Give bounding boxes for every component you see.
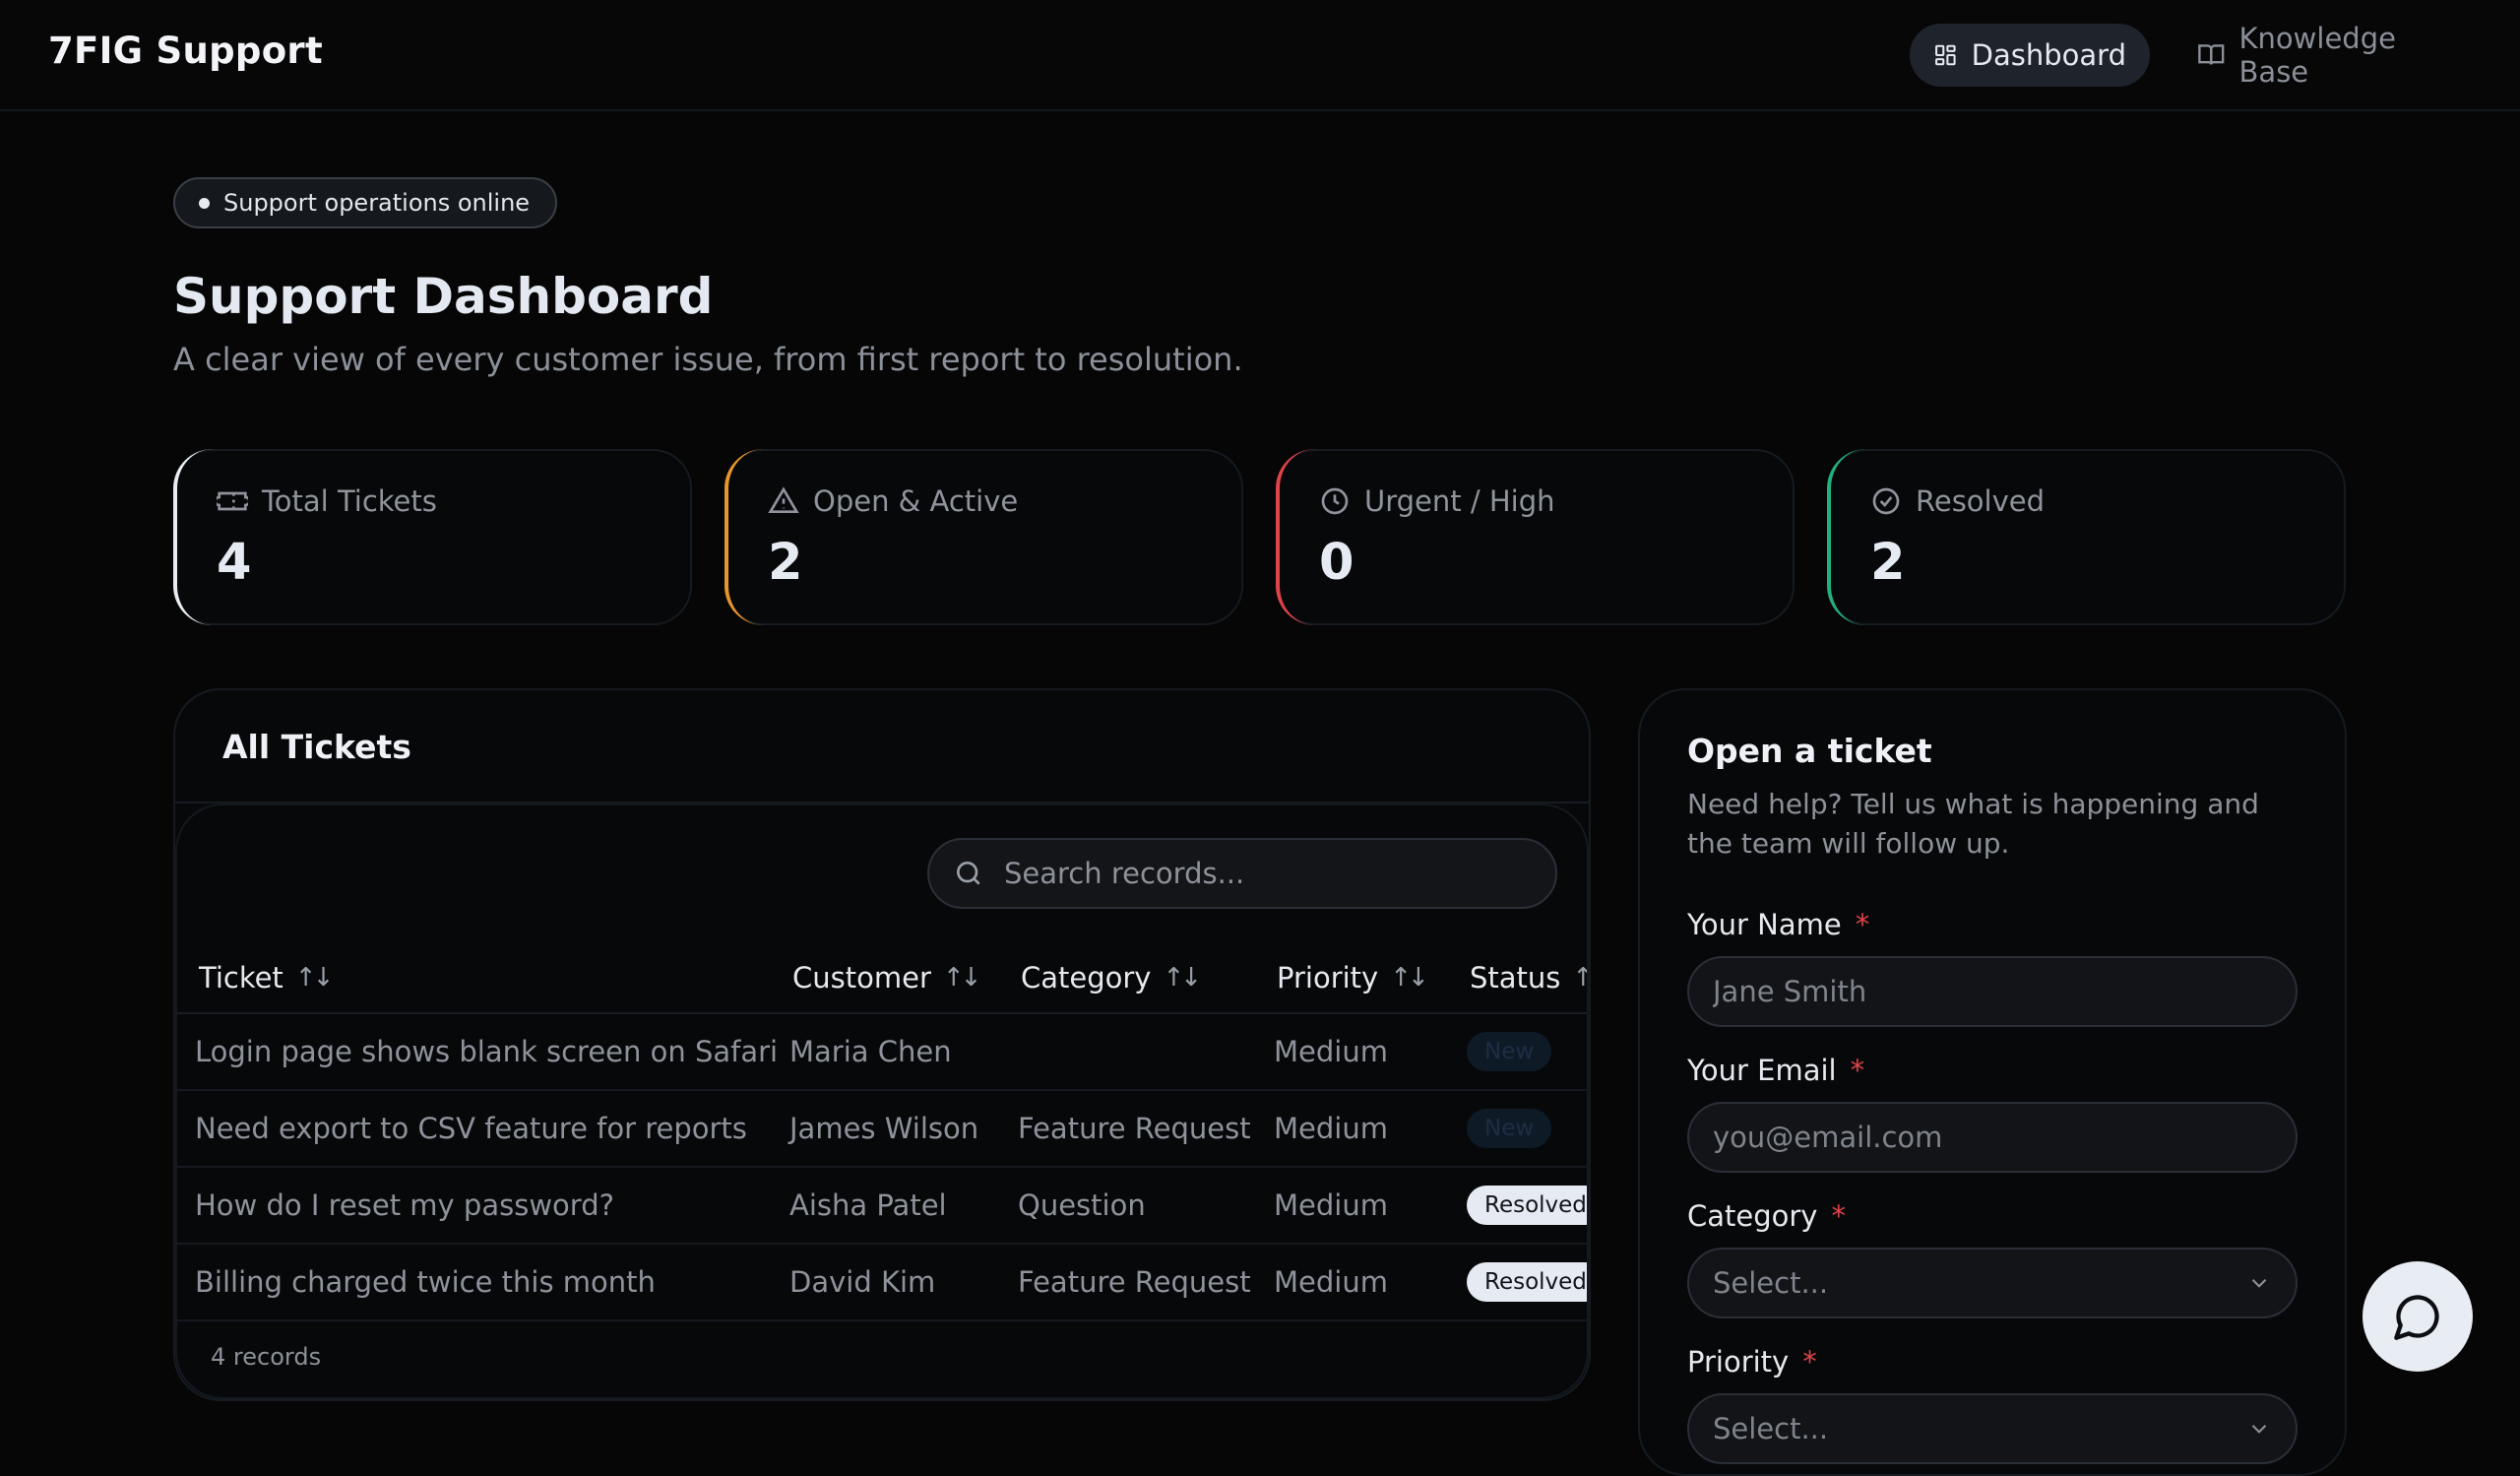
cell-ticket: How do I reset my password? <box>195 1188 614 1222</box>
table-row[interactable]: Login page shows blank screen on Safari … <box>177 1014 1587 1091</box>
nav-dashboard-label: Dashboard <box>1971 38 2126 72</box>
table-row[interactable]: Need export to CSV feature for reports J… <box>177 1091 1587 1168</box>
stat-value: 0 <box>1319 534 1354 592</box>
cell-ticket: Login page shows blank screen on Safari <box>195 1035 779 1068</box>
status-text: Support operations online <box>223 189 531 217</box>
cell-priority: Medium <box>1274 1265 1388 1299</box>
cell-ticket: Need export to CSV feature for reports <box>195 1112 747 1145</box>
column-header-status[interactable]: Status↑↓ <box>1470 943 1589 1012</box>
cell-priority: Medium <box>1274 1188 1388 1222</box>
priority-label: Priority * <box>1687 1345 1817 1379</box>
stat-label: Total Tickets <box>262 484 437 518</box>
cell-priority: Medium <box>1274 1035 1388 1068</box>
stat-value: 2 <box>1870 534 1906 592</box>
nav-dashboard[interactable]: Dashboard <box>1910 24 2150 87</box>
status-badge: Support operations online <box>173 177 558 228</box>
chat-button[interactable] <box>2362 1261 2473 1372</box>
table-row[interactable]: How do I reset my password? Aisha Patel … <box>177 1168 1587 1245</box>
top-bar: 7FIG Support Dashboard Knowledge Base <box>0 0 2520 111</box>
status-badge: New <box>1467 1109 1552 1148</box>
check-circle-icon <box>1872 487 1900 515</box>
open-ticket-form: Open a ticket Need help? Tell us what is… <box>1638 688 2347 1476</box>
column-header-customer[interactable]: Customer ↑↓ <box>792 943 982 1012</box>
page-subtitle: A clear view of every customer issue, fr… <box>173 341 1243 378</box>
clock-icon <box>1321 487 1349 515</box>
tickets-table: Ticket↑↓ Customer↑↓ Category↑↓ Priority↑… <box>175 803 1589 1399</box>
page-title: Support Dashboard <box>173 268 714 325</box>
brand-logo[interactable]: 7FIG Support <box>48 30 323 72</box>
cell-customer: James Wilson <box>789 1112 979 1145</box>
column-header-priority[interactable]: Priority ↑↓ <box>1277 943 1429 1012</box>
priority-select-value: Select... <box>1713 1412 1829 1445</box>
required-mark: * <box>1831 1199 1846 1233</box>
warning-triangle-icon <box>768 486 799 513</box>
status-badge: New <box>1467 1032 1552 1071</box>
stat-card-urgent-high: Urgent / High 0 <box>1276 449 1795 625</box>
sort-icon: ↑↓ <box>1390 963 1429 993</box>
email-label: Your Email * <box>1687 1054 1865 1087</box>
stat-card-total-tickets: Total Tickets 4 <box>173 449 692 625</box>
sort-icon: ↑↓ <box>294 963 335 993</box>
stat-label: Urgent / High <box>1364 484 1555 518</box>
status-dot-icon <box>199 197 210 209</box>
cell-category: Feature Request <box>1018 1112 1251 1145</box>
dashboard-grid-icon <box>1935 44 1956 66</box>
stat-label: Open & Active <box>813 484 1019 518</box>
cell-ticket: Billing charged twice this month <box>195 1265 656 1299</box>
stat-value: 4 <box>217 534 252 592</box>
stat-label: Resolved <box>1916 484 2046 518</box>
sort-icon: ↑↓ <box>1572 963 1589 993</box>
sort-icon: ↑↓ <box>1163 963 1202 993</box>
cell-category: Feature Request <box>1018 1265 1251 1299</box>
category-label: Category * <box>1687 1199 1846 1233</box>
nav-knowledge-base[interactable]: Knowledge Base <box>2174 22 2487 89</box>
tickets-title: All Tickets <box>222 728 411 766</box>
status-badge: Resolved <box>1467 1262 1587 1302</box>
column-header-category[interactable]: Category ↑↓ <box>1021 943 1202 1012</box>
chat-bubble-icon <box>2394 1295 2439 1340</box>
status-badge: Resolved <box>1467 1186 1587 1225</box>
stat-card-open-active: Open & Active 2 <box>724 449 1243 625</box>
chevron-down-icon <box>2251 1424 2267 1434</box>
table-header: Ticket ↑↓ Customer ↑↓ Category ↑↓ Priority ↑… <box>177 943 1589 1014</box>
ticket-icon <box>217 491 248 511</box>
table-row[interactable]: Billing charged twice this month David K… <box>177 1245 1587 1321</box>
cell-customer: David Kim <box>789 1265 936 1299</box>
cell-customer: Aisha Patel <box>789 1188 947 1222</box>
tickets-panel: All Tickets Ticket↑↓ Customer↑↓ Category… <box>173 688 1591 1401</box>
cell-customer: Maria Chen <box>789 1035 952 1068</box>
email-field[interactable] <box>1687 1102 2298 1173</box>
name-label: Your Name * <box>1687 908 1870 941</box>
required-mark: * <box>1802 1345 1817 1379</box>
category-select[interactable]: Select... <box>1687 1248 2298 1318</box>
search-input[interactable] <box>1002 856 1555 891</box>
chevron-down-icon <box>2251 1278 2267 1288</box>
name-field[interactable] <box>1687 956 2298 1027</box>
category-select-value: Select... <box>1713 1266 1829 1300</box>
search-box[interactable] <box>927 838 1557 909</box>
required-mark: * <box>1850 1054 1865 1087</box>
nav-knowledge-base-label: Knowledge Base <box>2238 22 2396 89</box>
book-open-icon <box>2198 44 2225 65</box>
priority-select[interactable]: Select... <box>1687 1393 2298 1464</box>
record-count: 4 records <box>211 1343 322 1371</box>
search-icon <box>957 862 980 885</box>
sort-icon: ↑↓ <box>942 963 982 993</box>
cell-priority: Medium <box>1274 1112 1388 1145</box>
stat-value: 2 <box>768 534 803 592</box>
stat-card-resolved: Resolved 2 <box>1827 449 2346 625</box>
form-title: Open a ticket <box>1687 732 1932 770</box>
form-subtitle: Need help? Tell us what is happening and… <box>1687 788 2259 860</box>
required-mark: * <box>1855 908 1870 941</box>
cell-category: Question <box>1018 1188 1146 1222</box>
column-header-ticket[interactable]: Ticket ↑↓ <box>199 943 335 1012</box>
